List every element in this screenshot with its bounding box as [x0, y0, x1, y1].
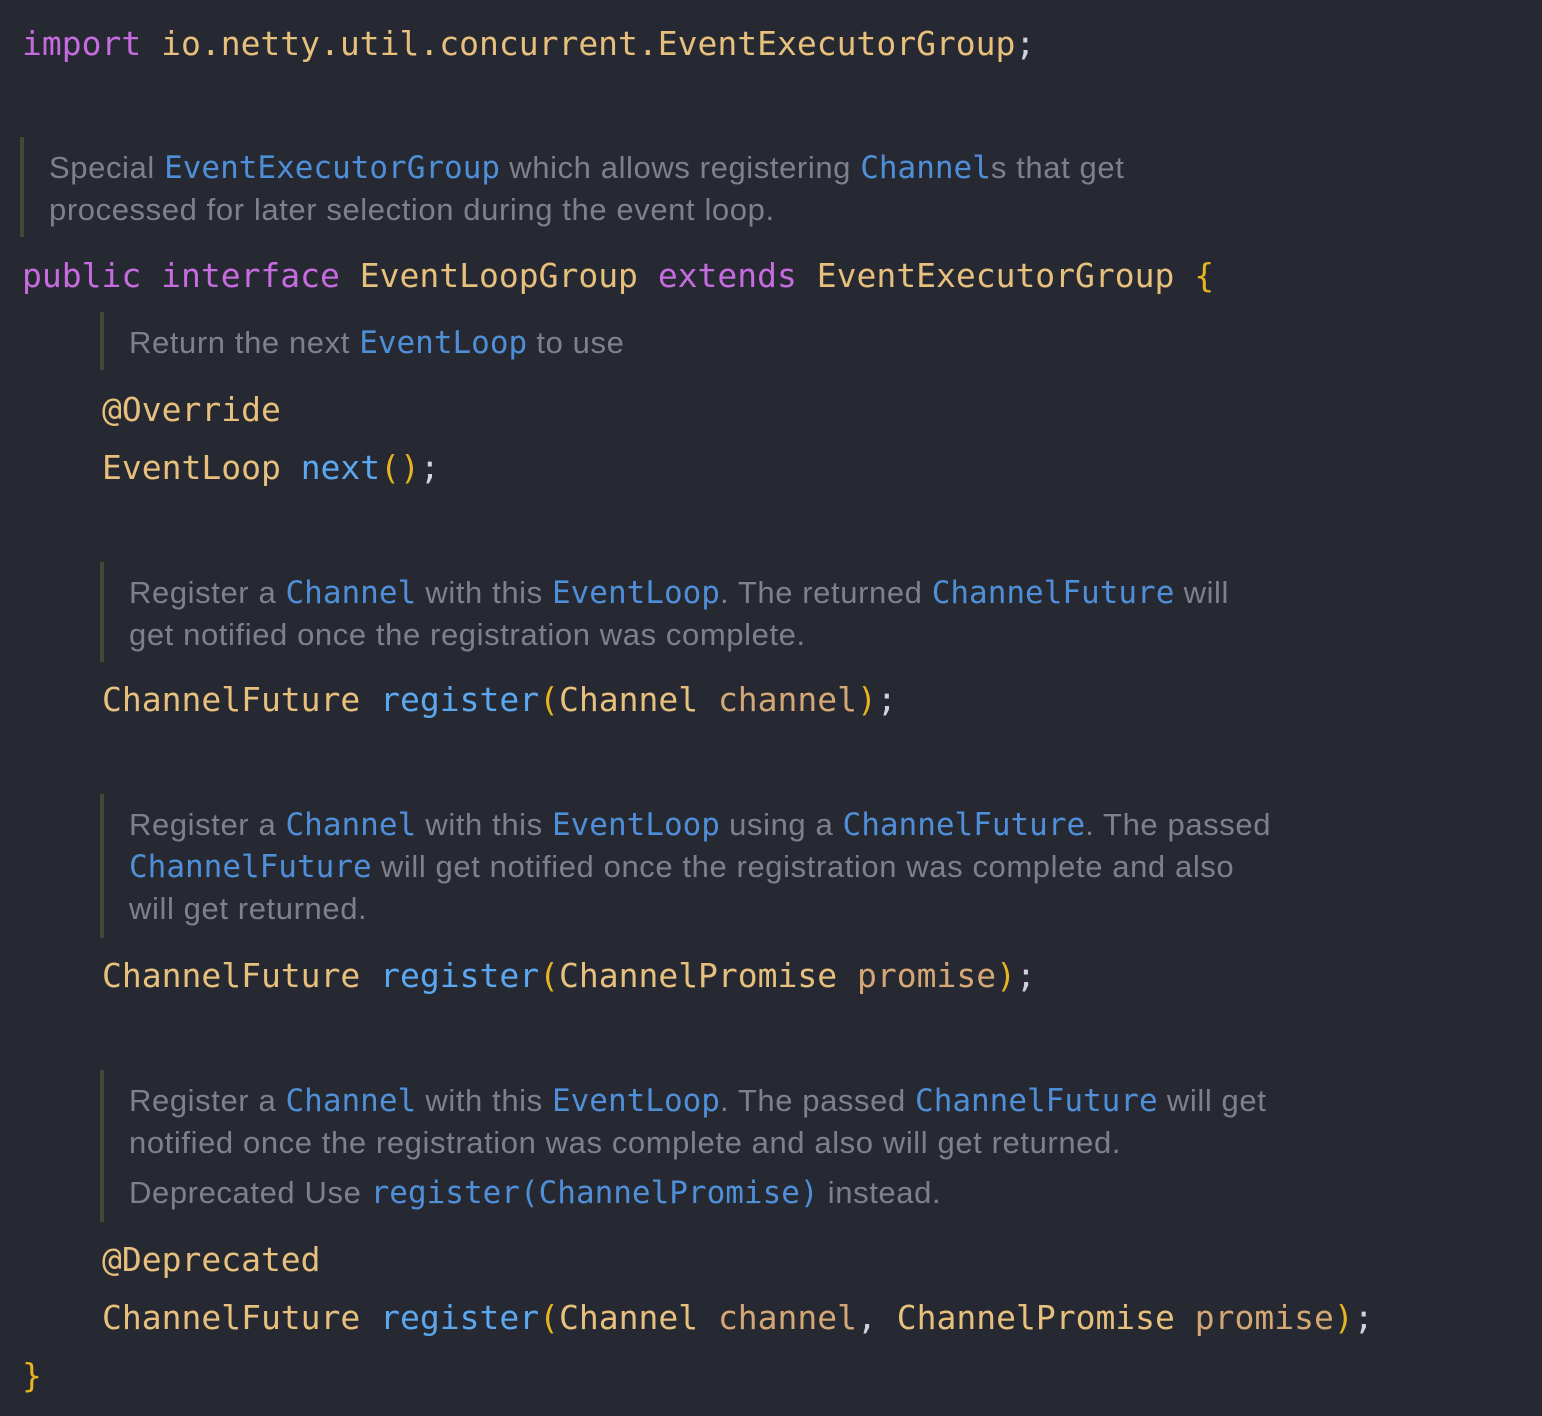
doc-text: using a: [719, 807, 843, 842]
doc-link-eventloop[interactable]: EventLoop: [552, 807, 720, 843]
closing-brace-line: }: [22, 1356, 42, 1396]
return-type[interactable]: ChannelFuture: [102, 956, 360, 995]
doc-text: Return the next: [129, 325, 360, 360]
doc-text: with this: [416, 1083, 552, 1118]
doc-link-channelfuture[interactable]: ChannelFuture: [915, 1083, 1158, 1119]
import-path[interactable]: io.netty.util.concurrent.EventExecutorGr…: [161, 24, 1015, 63]
doc-link-eventexecutorgroup[interactable]: EventExecutorGroup: [164, 150, 500, 186]
doc-text: instead.: [818, 1175, 942, 1210]
param-type[interactable]: Channel: [559, 680, 698, 719]
import-line[interactable]: import io.netty.util.concurrent.EventExe…: [22, 24, 1035, 64]
lparen: (: [539, 1298, 559, 1337]
doc-text: will get: [1157, 1083, 1267, 1118]
doc-text: with this: [416, 575, 552, 610]
doc-link-eventloop[interactable]: EventLoop: [359, 325, 527, 361]
super-interface-name[interactable]: EventExecutorGroup: [817, 256, 1175, 295]
register-channel-signature[interactable]: ChannelFuture register(Channel channel);: [102, 680, 897, 720]
interface-name[interactable]: EventLoopGroup: [360, 256, 638, 295]
deprecated-label: Deprecated: [129, 1175, 296, 1210]
parens: (): [380, 448, 420, 487]
method-name-register[interactable]: register: [380, 1298, 539, 1337]
doc-text: which allows registering: [500, 150, 861, 185]
semicolon: ;: [876, 680, 897, 719]
open-brace: {: [1194, 256, 1215, 295]
rparen: ): [857, 680, 877, 719]
doc-link-channel[interactable]: Channel: [860, 150, 991, 186]
import-keyword: import: [22, 24, 142, 63]
deprecated-annotation-text: @Deprecated: [102, 1240, 321, 1279]
param-type[interactable]: ChannelPromise: [897, 1298, 1175, 1337]
param-name[interactable]: promise: [1195, 1298, 1334, 1337]
interface-keyword: interface: [161, 256, 340, 295]
doc-text: notified once the registration was compl…: [129, 1125, 1122, 1160]
doc-link-eventloop[interactable]: EventLoop: [552, 1083, 720, 1119]
override-annotation: @Override: [102, 390, 281, 430]
lparen: (: [539, 956, 559, 995]
register-deprecated-signature[interactable]: ChannelFuture register(Channel channel, …: [102, 1298, 1374, 1338]
doc-text: with this: [416, 807, 552, 842]
doc-text: . The passed: [719, 1083, 916, 1118]
doc-link-channelfuture[interactable]: ChannelFuture: [843, 807, 1086, 843]
register-channel-javadoc: Register a Channel with this EventLoop. …: [100, 562, 1229, 662]
doc-link-eventloop[interactable]: EventLoop: [552, 575, 720, 611]
doc-text: to use: [527, 325, 625, 360]
return-type[interactable]: ChannelFuture: [102, 1298, 360, 1337]
param-type[interactable]: ChannelPromise: [559, 956, 837, 995]
return-type[interactable]: EventLoop: [102, 448, 281, 487]
doc-text: Use: [295, 1175, 371, 1210]
doc-text: will get returned.: [129, 891, 368, 926]
close-brace: }: [22, 1356, 42, 1395]
public-keyword: public: [22, 256, 142, 295]
doc-text: Register a: [129, 807, 286, 842]
doc-link-register-promise[interactable]: register(ChannelPromise): [371, 1175, 819, 1211]
semicolon: ;: [1015, 24, 1036, 63]
method-name-register[interactable]: register: [380, 680, 539, 719]
doc-text: s that get: [990, 150, 1125, 185]
doc-link-channel[interactable]: Channel: [286, 807, 417, 843]
override-annotation-text: @Override: [102, 390, 281, 429]
register-promise-javadoc: Register a Channel with this EventLoop u…: [100, 794, 1271, 938]
doc-text: will get notified once the registration …: [371, 849, 1235, 884]
return-type[interactable]: ChannelFuture: [102, 680, 360, 719]
doc-link-channel[interactable]: Channel: [286, 575, 417, 611]
param-name[interactable]: channel: [718, 1298, 857, 1337]
lparen: (: [539, 680, 559, 719]
register-promise-signature[interactable]: ChannelFuture register(ChannelPromise pr…: [102, 956, 1036, 996]
next-javadoc: Return the next EventLoop to use: [100, 312, 624, 370]
doc-text: Register a: [129, 575, 286, 610]
semicolon: ;: [1353, 1298, 1374, 1337]
doc-text: processed for later selection during the…: [49, 192, 775, 227]
param-name[interactable]: promise: [857, 956, 996, 995]
doc-text: get notified once the registration was c…: [129, 617, 806, 652]
doc-text: Special: [49, 150, 165, 185]
comma: ,: [857, 1298, 877, 1337]
doc-text: Register a: [129, 1083, 286, 1118]
method-name-register[interactable]: register: [380, 956, 539, 995]
semicolon: ;: [1015, 956, 1036, 995]
param-name[interactable]: channel: [718, 680, 857, 719]
interface-declaration[interactable]: public interface EventLoopGroup extends …: [22, 256, 1214, 296]
rparen: ): [996, 956, 1016, 995]
code-editor[interactable]: import io.netty.util.concurrent.EventExe…: [0, 0, 1542, 1416]
doc-link-channelfuture[interactable]: ChannelFuture: [129, 849, 372, 885]
doc-text: . The returned: [719, 575, 932, 610]
doc-text: will: [1174, 575, 1230, 610]
method-name-next[interactable]: next: [301, 448, 380, 487]
next-method-signature[interactable]: EventLoop next();: [102, 448, 440, 488]
rparen: ): [1333, 1298, 1354, 1337]
deprecated-annotation: @Deprecated: [102, 1240, 321, 1280]
param-type[interactable]: Channel: [559, 1298, 698, 1337]
extends-keyword: extends: [657, 256, 797, 295]
doc-text: . The passed: [1085, 807, 1272, 842]
doc-link-channel[interactable]: Channel: [286, 1083, 417, 1119]
semicolon: ;: [419, 448, 440, 487]
doc-link-channelfuture[interactable]: ChannelFuture: [932, 575, 1175, 611]
class-javadoc: Special EventExecutorGroup which allows …: [20, 137, 1124, 237]
register-deprecated-javadoc: Register a Channel with this EventLoop. …: [100, 1070, 1266, 1222]
